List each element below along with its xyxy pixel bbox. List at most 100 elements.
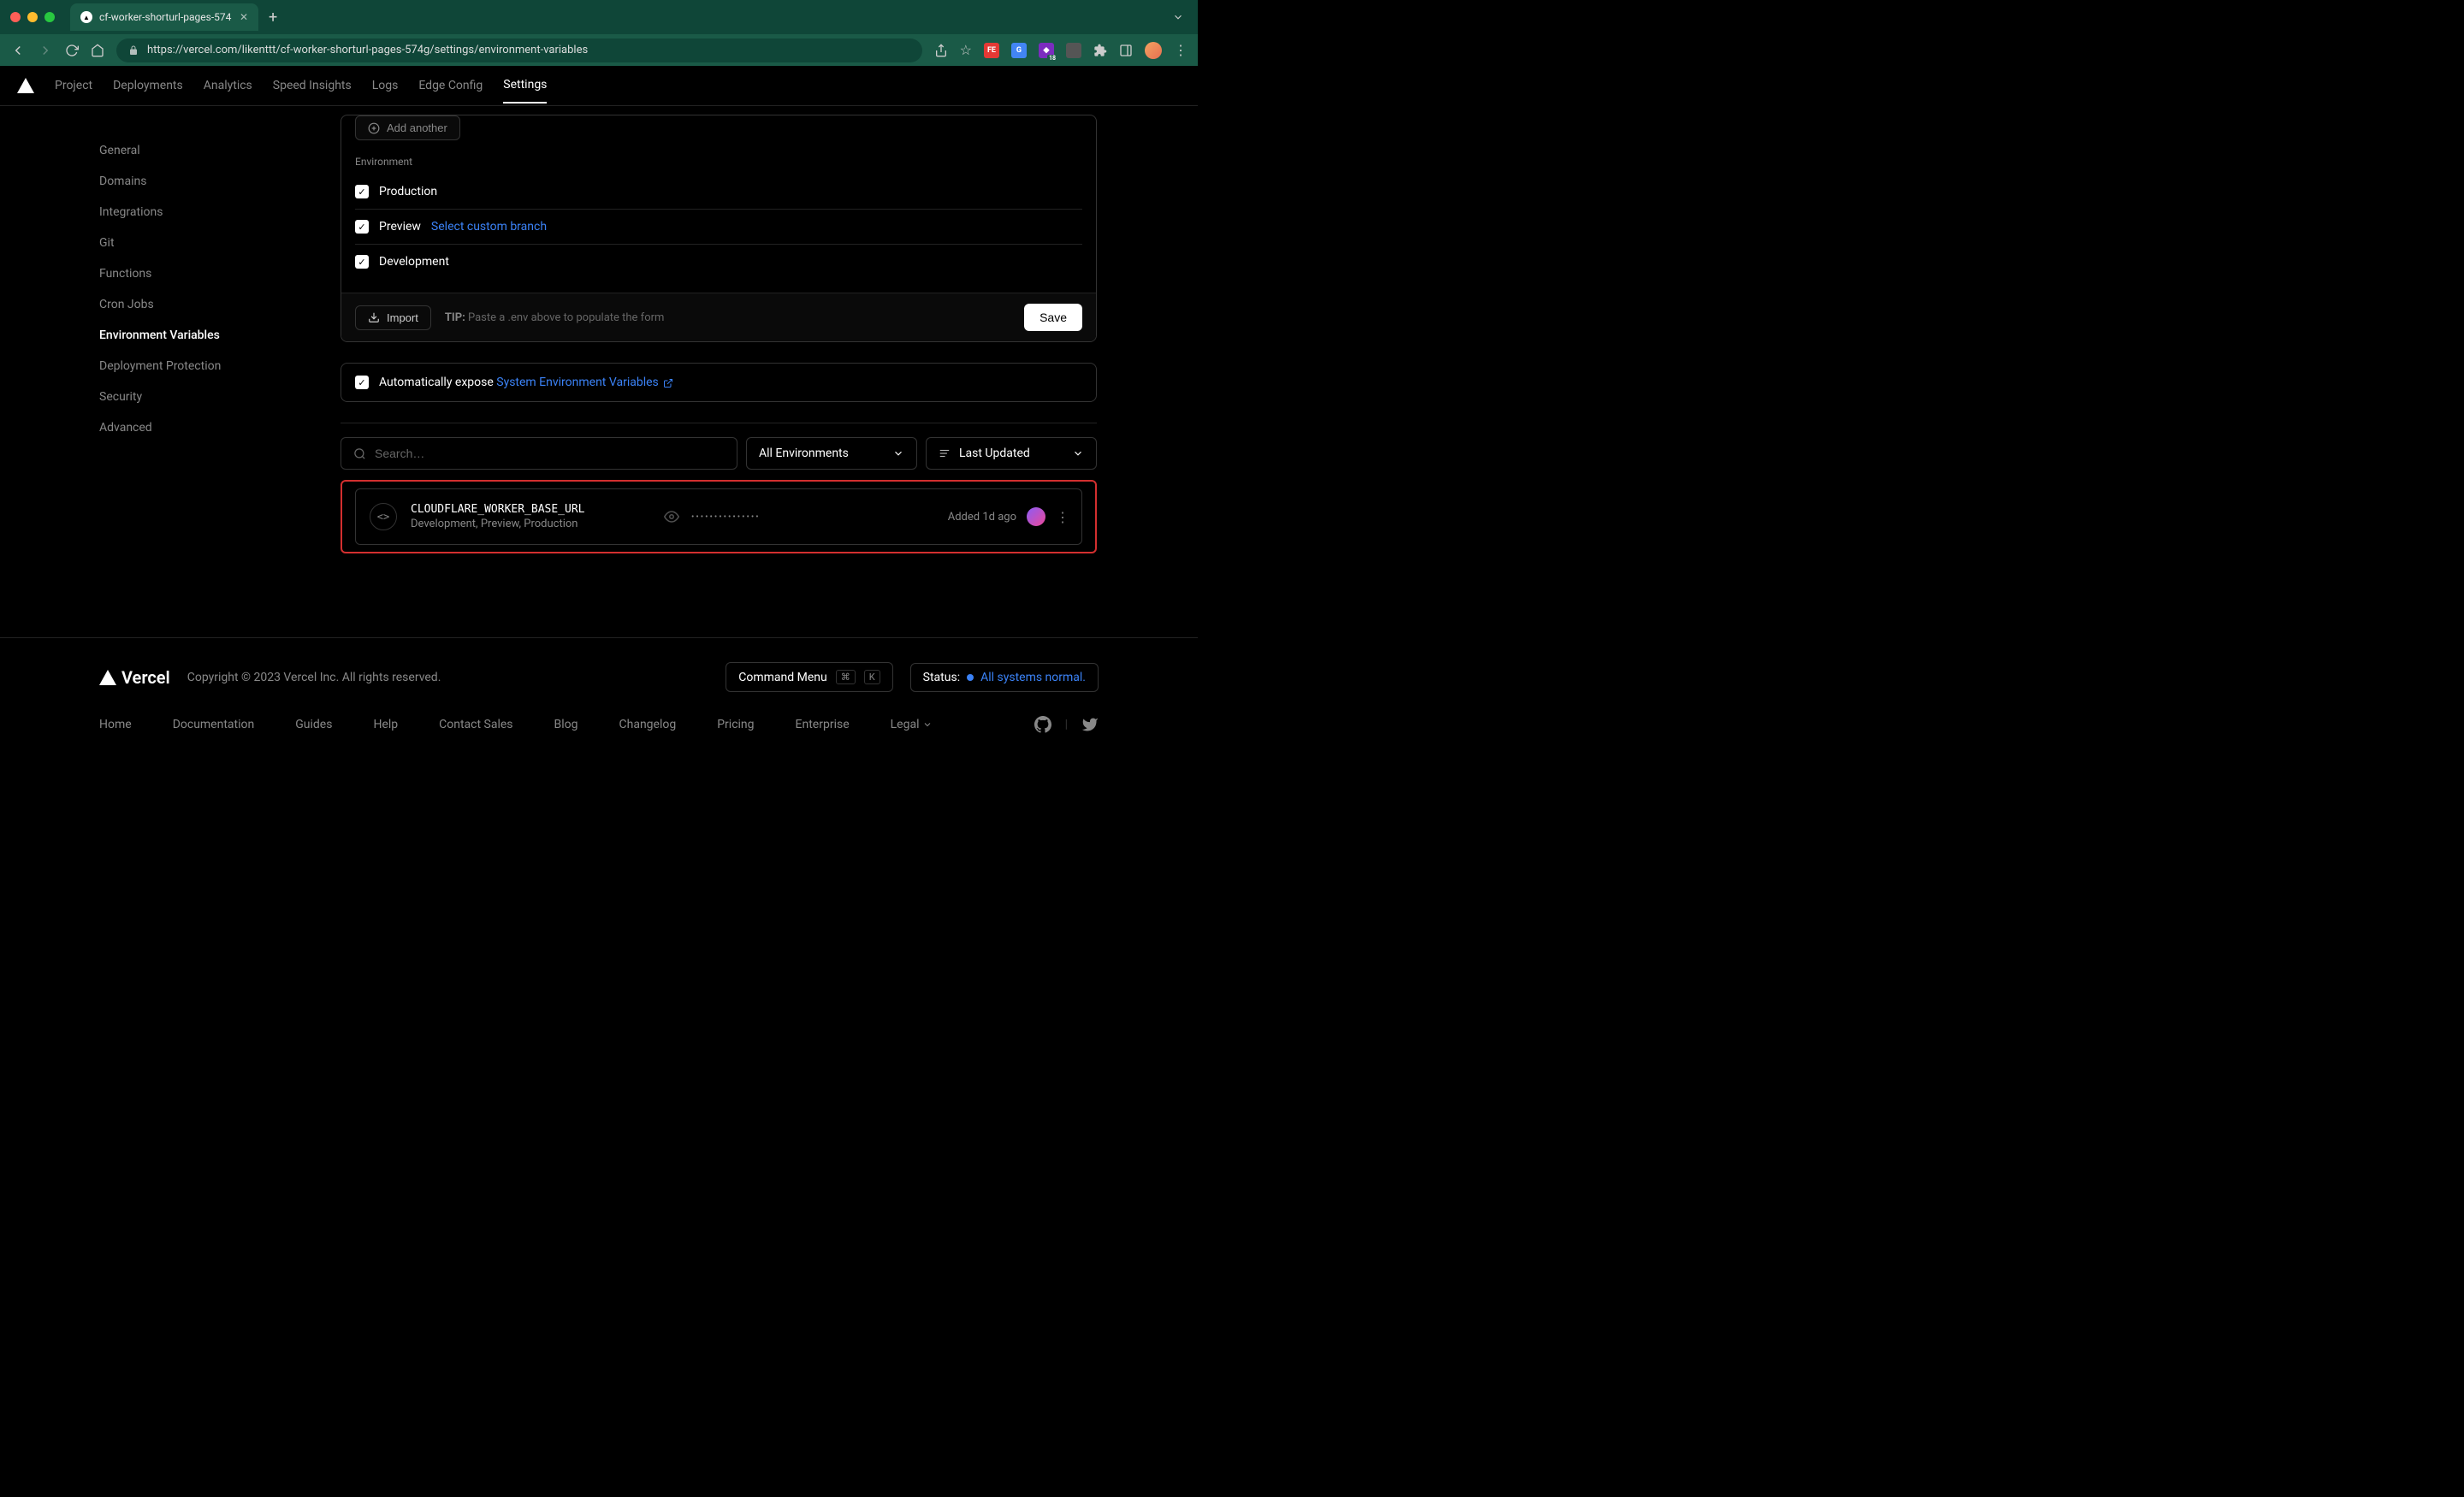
nav-logs[interactable]: Logs [372, 68, 399, 103]
footer-top: Vercel Copyright © 2023 Vercel Inc. All … [99, 662, 1099, 692]
browser-actions: ☆ FE G ◆18 ⋮ [934, 42, 1188, 59]
tab-close-icon[interactable]: ✕ [240, 11, 248, 23]
tip-text: TIP: Paste a .env above to populate the … [445, 311, 665, 324]
chevron-down-icon [892, 447, 904, 459]
development-row: ✓ Development [355, 245, 1082, 279]
command-menu-button[interactable]: Command Menu ⌘ K [726, 662, 892, 692]
env-filter-dropdown[interactable]: All Environments [746, 437, 917, 470]
add-another-label: Add another [387, 121, 447, 134]
preview-label: Preview [379, 220, 421, 234]
vercel-footer-logo[interactable]: Vercel [99, 667, 170, 688]
nav-project[interactable]: Project [55, 68, 92, 103]
kbd-k: K [864, 670, 880, 684]
window-close[interactable] [10, 12, 21, 22]
vercel-logo-icon[interactable] [17, 78, 34, 93]
sidebar-general[interactable]: General [99, 135, 240, 166]
footer-contact[interactable]: Contact Sales [439, 718, 512, 731]
browser-menu-icon[interactable]: ⋮ [1174, 42, 1188, 58]
preview-checkbox[interactable]: ✓ [355, 220, 369, 234]
download-icon [368, 311, 380, 323]
share-icon[interactable] [934, 44, 948, 57]
extensions-icon[interactable] [1093, 44, 1107, 57]
window-minimize[interactable] [27, 12, 38, 22]
production-checkbox[interactable]: ✓ [355, 185, 369, 198]
status-dot-icon [967, 674, 974, 681]
sidebar-integrations[interactable]: Integrations [99, 197, 240, 228]
development-checkbox[interactable]: ✓ [355, 255, 369, 269]
masked-value: ••••••••••••••• [691, 512, 761, 522]
footer-changelog[interactable]: Changelog [619, 718, 677, 731]
status-box[interactable]: Status: All systems normal. [910, 663, 1099, 692]
twitter-icon[interactable] [1081, 716, 1099, 733]
bookmark-icon[interactable]: ☆ [960, 42, 972, 58]
browser-tab[interactable]: ▲ cf-worker-shorturl-pages-574 ✕ [70, 3, 258, 31]
sort-label: Last Updated [959, 447, 1030, 460]
environment-label: Environment [355, 156, 1082, 168]
github-icon[interactable] [1034, 716, 1051, 733]
sidebar-git[interactable]: Git [99, 228, 240, 258]
separator: | [1065, 718, 1068, 731]
url-field[interactable]: https://vercel.com/likenttt/cf-worker-sh… [116, 38, 922, 62]
traffic-lights [10, 12, 55, 22]
vercel-triangle-icon [99, 670, 116, 685]
nav-edge-config[interactable]: Edge Config [418, 68, 483, 103]
panel-footer: Import TIP: Paste a .env above to popula… [341, 293, 1096, 341]
footer-help[interactable]: Help [373, 718, 398, 731]
sidebar-cron-jobs[interactable]: Cron Jobs [99, 289, 240, 320]
preview-row: ✓ Preview Select custom branch [355, 210, 1082, 245]
variable-name: CLOUDFLARE_WORKER_BASE_URL [411, 503, 650, 516]
add-another-button[interactable]: Add another [355, 115, 460, 140]
plus-circle-icon [368, 122, 380, 134]
nav-speed-insights[interactable]: Speed Insights [273, 68, 352, 103]
sort-dropdown[interactable]: Last Updated [926, 437, 1097, 470]
nav-analytics[interactable]: Analytics [204, 68, 252, 103]
production-row: ✓ Production [355, 175, 1082, 210]
expose-checkbox[interactable]: ✓ [355, 376, 369, 389]
chevron-down-icon [922, 719, 933, 730]
footer-enterprise[interactable]: Enterprise [796, 718, 850, 731]
sidebar-security[interactable]: Security [99, 382, 240, 412]
search-input[interactable] [375, 447, 725, 460]
footer-pricing[interactable]: Pricing [717, 718, 754, 731]
variable-value: ••••••••••••••• [664, 509, 934, 524]
variable-envs: Development, Preview, Production [411, 518, 650, 530]
sidebar-env-vars[interactable]: Environment Variables [99, 320, 240, 351]
select-branch-link[interactable]: Select custom branch [431, 220, 547, 234]
nav-settings[interactable]: Settings [503, 68, 547, 104]
tab-title: cf-worker-shorturl-pages-574 [99, 11, 231, 23]
more-menu-icon[interactable]: ⋮ [1056, 509, 1068, 525]
home-button[interactable] [91, 44, 104, 57]
sidebar: General Domains Integrations Git Functio… [0, 115, 240, 637]
sidebar-deployment-protection[interactable]: Deployment Protection [99, 351, 240, 382]
system-env-link[interactable]: System Environment Variables [496, 376, 673, 389]
extension-purple-icon[interactable]: ◆18 [1039, 43, 1054, 58]
side-panel-icon[interactable] [1119, 44, 1133, 57]
profile-avatar[interactable] [1145, 42, 1162, 59]
development-label: Development [379, 255, 449, 269]
footer-blog[interactable]: Blog [554, 718, 578, 731]
filter-row: All Environments Last Updated [341, 437, 1097, 470]
new-tab-button[interactable]: + [269, 9, 277, 27]
footer-legal[interactable]: Legal [891, 718, 933, 731]
footer-guides[interactable]: Guides [295, 718, 332, 731]
sidebar-advanced[interactable]: Advanced [99, 412, 240, 443]
footer: Vercel Copyright © 2023 Vercel Inc. All … [0, 637, 1198, 750]
window-maximize[interactable] [44, 12, 55, 22]
extension-gray-icon[interactable] [1066, 43, 1081, 58]
save-button[interactable]: Save [1024, 304, 1082, 331]
extension-translate-icon[interactable]: G [1011, 43, 1027, 58]
footer-links: Home Documentation Guides Help Contact S… [99, 716, 1099, 733]
footer-docs[interactable]: Documentation [173, 718, 255, 731]
nav-deployments[interactable]: Deployments [113, 68, 183, 103]
sidebar-domains[interactable]: Domains [99, 166, 240, 197]
tabs-menu-icon[interactable] [1172, 11, 1188, 23]
footer-home[interactable]: Home [99, 718, 132, 731]
reload-button[interactable] [65, 44, 79, 57]
sidebar-functions[interactable]: Functions [99, 258, 240, 289]
forward-button[interactable] [38, 43, 53, 58]
import-button[interactable]: Import [355, 305, 431, 330]
reveal-icon[interactable] [664, 509, 679, 524]
back-button[interactable] [10, 43, 26, 58]
search-box[interactable] [341, 437, 737, 470]
extension-fe-icon[interactable]: FE [984, 43, 999, 58]
